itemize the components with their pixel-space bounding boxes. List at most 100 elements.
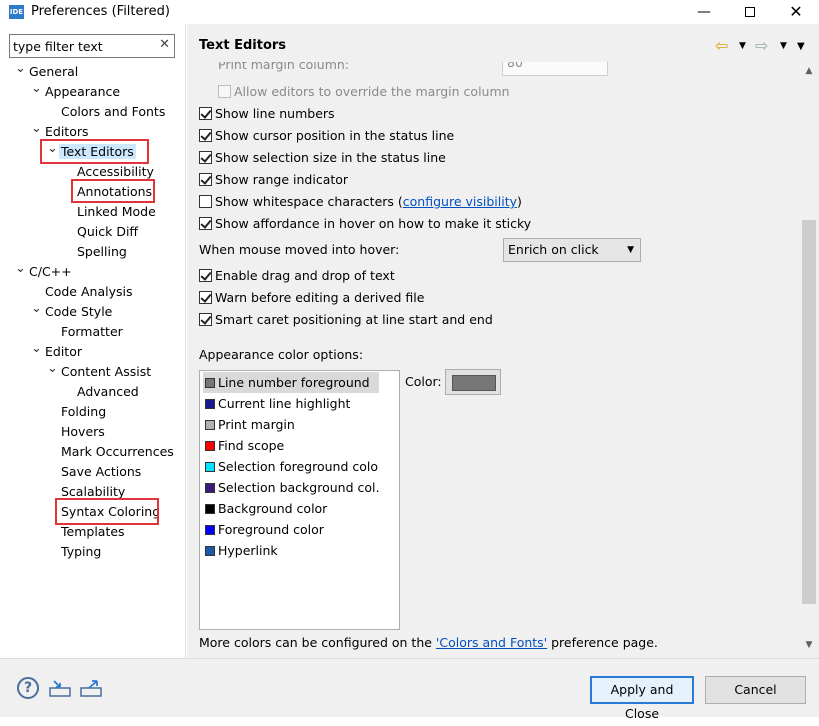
tree-item-save-actions[interactable]: Save Actions — [47, 462, 143, 482]
allow-override-checkbox[interactable] — [218, 85, 231, 98]
color-swatch-icon — [205, 378, 215, 388]
color-swatch-icon — [205, 525, 215, 535]
option-smart-caret-positioning-at-line-start-and-end[interactable]: Smart caret positioning at line start an… — [199, 310, 493, 330]
option-show-line-numbers[interactable]: Show line numbers — [199, 104, 335, 124]
tree-item-editor[interactable]: ⌄ Editor — [31, 342, 84, 362]
back-arrow-icon[interactable]: ⇦ — [715, 36, 728, 55]
color-list-item-selection-background-col[interactable]: Selection background col… — [203, 477, 379, 498]
color-list-item-label: Print margin — [218, 417, 295, 432]
option-show-cursor-position-in-the-status-line[interactable]: Show cursor position in the status line — [199, 126, 454, 146]
chevron-down-icon[interactable]: ⌄ — [15, 262, 26, 282]
tree-item-mark-occurrences[interactable]: Mark Occurrences — [47, 442, 176, 462]
tree-item-label: Scalability — [61, 484, 126, 499]
color-list-item-background-color[interactable]: Background color — [203, 498, 379, 519]
forward-dropdown-icon[interactable]: ▼ — [780, 41, 787, 51]
window-title: Preferences (Filtered) — [31, 4, 170, 19]
chevron-down-icon[interactable]: ⌄ — [31, 302, 42, 322]
option-enable-drag-and-drop-of-text[interactable]: Enable drag and drop of text — [199, 266, 395, 286]
export-icon[interactable] — [80, 679, 102, 697]
import-icon[interactable] — [49, 679, 71, 697]
color-list-item-foreground-color[interactable]: Foreground color — [203, 519, 379, 540]
option-checkbox[interactable] — [199, 173, 212, 186]
configure-visibility-link[interactable]: configure visibility — [403, 194, 517, 209]
option-show-selection-size-in-the-status-line[interactable]: Show selection size in the status line — [199, 148, 446, 168]
color-picker-button[interactable] — [445, 369, 501, 395]
more-colors-row: More colors can be configured on the 'Co… — [199, 633, 658, 653]
option-checkbox[interactable] — [199, 269, 212, 282]
color-list-item-current-line-highlight[interactable]: Current line highlight — [203, 393, 379, 414]
option-show-affordance-in-hover-on-how-to-make-it-sticky[interactable]: Show affordance in hover on how to make … — [199, 214, 531, 234]
color-swatch-icon — [205, 399, 215, 409]
tree-item-code-analysis[interactable]: Code Analysis — [31, 282, 134, 302]
chevron-down-icon[interactable]: ⌄ — [15, 62, 26, 82]
tree-item-spelling[interactable]: Spelling — [63, 242, 129, 262]
tree-item-advanced[interactable]: Advanced — [63, 382, 141, 402]
tree-item-quick-diff[interactable]: Quick Diff — [63, 222, 140, 242]
color-label-row: Color: — [405, 372, 442, 392]
color-list-item-selection-foreground-color[interactable]: Selection foreground color — [203, 456, 379, 477]
scroll-down-icon[interactable]: ▼ — [799, 640, 819, 650]
tree-item-label: Content Assist — [61, 364, 152, 379]
forward-arrow-icon[interactable]: ⇨ — [755, 36, 768, 55]
tree-item-code-style[interactable]: ⌄ Code Style — [31, 302, 114, 322]
apply-and-close-button[interactable]: Apply and Close — [590, 676, 694, 721]
help-icon[interactable]: ? — [17, 677, 39, 699]
option-checkbox[interactable] — [199, 313, 212, 326]
tree-item-folding[interactable]: Folding — [47, 402, 108, 422]
maximize-button[interactable] — [727, 0, 773, 24]
chevron-down-icon[interactable]: ⌄ — [31, 342, 42, 362]
color-list-item-print-margin[interactable]: Print margin — [203, 414, 379, 435]
colors-and-fonts-link[interactable]: 'Colors and Fonts' — [436, 635, 547, 650]
tree-item-typing[interactable]: Typing — [47, 542, 103, 562]
tree-item-formatter[interactable]: Formatter — [47, 322, 125, 342]
minimize-button[interactable]: — — [681, 0, 727, 24]
tree-item-linked-mode[interactable]: Linked Mode — [63, 202, 158, 222]
color-swatch-icon — [205, 420, 215, 430]
preferences-page: Text Editors ⇦ ▼ ⇨ ▼ ▼ Print margin colu… — [187, 24, 819, 658]
color-list-item-find-scope[interactable]: Find scope — [203, 435, 379, 456]
option-checkbox[interactable] — [199, 195, 212, 208]
chevron-down-icon[interactable]: ⌄ — [31, 82, 42, 102]
option-show-whitespace-characters[interactable]: Show whitespace characters (configure vi… — [199, 192, 522, 212]
tree-item-c-c[interactable]: ⌄ C/C++ — [15, 262, 74, 282]
page-content: Print margin column: 80 Allow editors to… — [187, 62, 799, 658]
hover-mode-select[interactable]: Enrich on click ▼ — [503, 238, 641, 262]
option-warn-before-editing-a-derived-file[interactable]: Warn before editing a derived file — [199, 288, 424, 308]
tree-item-appearance[interactable]: ⌄ Appearance — [31, 82, 122, 102]
hover-mode-value: Enrich on click — [508, 242, 599, 257]
back-dropdown-icon[interactable]: ▼ — [739, 41, 746, 51]
tree-item-label: Quick Diff — [77, 224, 139, 239]
clear-filter-icon[interactable]: ✕ — [159, 37, 170, 52]
option-show-range-indicator[interactable]: Show range indicator — [199, 170, 348, 190]
tree-item-label: Appearance — [45, 84, 121, 99]
tree-item-hovers[interactable]: Hovers — [47, 422, 107, 442]
tree-item-general[interactable]: ⌄ General — [15, 62, 80, 82]
tree-item-colors-and-fonts[interactable]: Colors and Fonts — [47, 102, 167, 122]
tree-item-label: General — [29, 64, 79, 79]
allow-override-label: Allow editors to override the margin col… — [234, 84, 510, 99]
color-list-item-line-number-foreground[interactable]: Line number foreground — [203, 372, 379, 393]
color-swatch-icon — [205, 462, 215, 472]
option-checkbox[interactable] — [199, 107, 212, 120]
filter-input[interactable] — [13, 36, 153, 56]
tree-item-content-assist[interactable]: ⌄ Content Assist — [47, 362, 153, 382]
option-checkbox[interactable] — [199, 151, 212, 164]
option-checkbox[interactable] — [199, 291, 212, 304]
option-checkbox[interactable] — [199, 129, 212, 142]
print-margin-field[interactable]: 80 — [502, 62, 608, 76]
chevron-down-icon[interactable]: ⌄ — [47, 362, 58, 382]
color-list-item-hyperlink[interactable]: Hyperlink — [203, 540, 379, 561]
view-menu-icon[interactable]: ▼ — [797, 41, 805, 52]
more-colors-prefix: More colors can be configured on the — [199, 635, 436, 650]
option-checkbox[interactable] — [199, 217, 212, 230]
scroll-up-icon[interactable]: ▲ — [799, 66, 819, 76]
appearance-color-list[interactable]: Line number foreground Current line highl… — [199, 370, 400, 630]
tree-item-label: Accessibility — [77, 164, 154, 179]
tree-item-templates[interactable]: Templates — [47, 522, 127, 542]
appearance-label-row: Appearance color options: — [199, 345, 363, 365]
vertical-scrollbar[interactable]: ▲ ▼ — [799, 62, 819, 658]
cancel-button[interactable]: Cancel — [705, 676, 806, 704]
scrollbar-thumb[interactable] — [802, 220, 816, 604]
close-button[interactable]: ✕ — [773, 0, 819, 24]
allow-override-row[interactable]: Allow editors to override the margin col… — [218, 82, 510, 102]
